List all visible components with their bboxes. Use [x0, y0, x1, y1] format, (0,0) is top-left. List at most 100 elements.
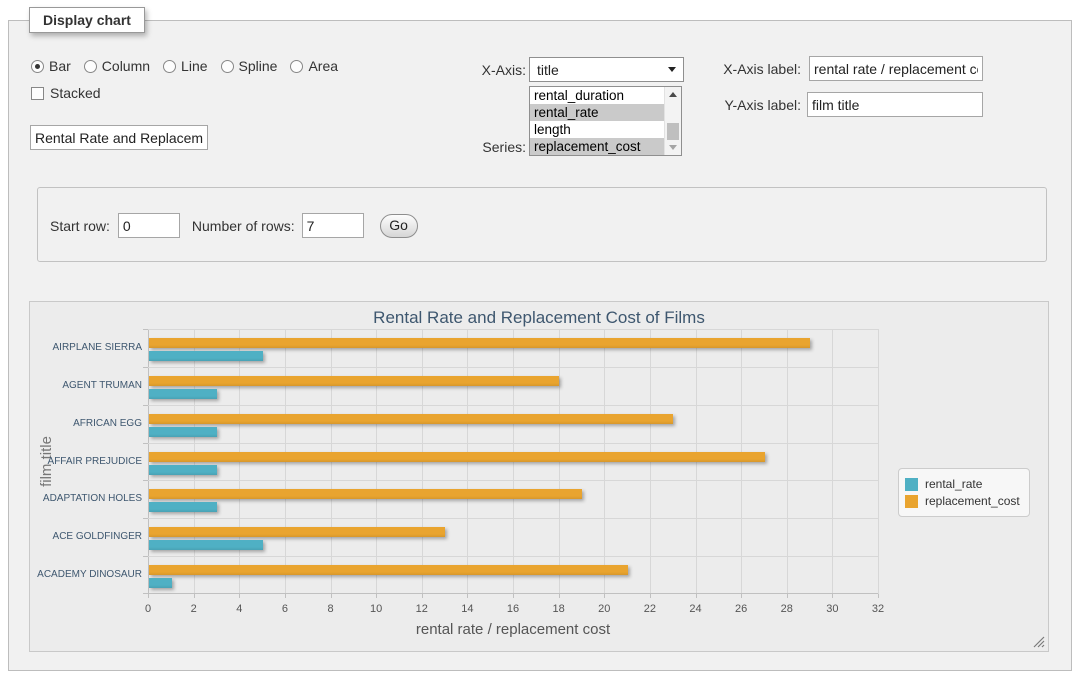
gridline: [148, 367, 878, 368]
category-label: AIRPLANE SIERRA: [30, 342, 142, 353]
x-tick-mark: [331, 594, 332, 598]
resize-handle-icon[interactable]: [1033, 636, 1045, 648]
bar-replacement_cost[interactable]: [149, 452, 765, 462]
x-tick-mark: [194, 594, 195, 598]
go-button[interactable]: Go: [380, 214, 418, 238]
x-tick-mark: [741, 594, 742, 598]
scroll-thumb[interactable]: [667, 123, 679, 141]
bar-rental_rate[interactable]: [149, 502, 217, 512]
x-tick-label: 30: [812, 603, 852, 615]
bar-rental_rate[interactable]: [149, 427, 217, 437]
chart-type-option-spline[interactable]: Spline: [221, 58, 278, 74]
chart-title: Rental Rate and Replacement Cost of Film…: [30, 308, 1048, 328]
legend-label: replacement_cost: [925, 494, 1020, 508]
chart-type-group: Bar Column Line Spline Area: [31, 58, 351, 74]
x-axis-label-field[interactable]: [809, 56, 983, 81]
x-axis-select-label: X-Axis:: [429, 62, 526, 78]
x-tick-label: 26: [721, 603, 761, 615]
bar-rental_rate[interactable]: [149, 540, 263, 550]
legend-label: rental_rate: [925, 477, 982, 491]
x-tick-label: 10: [356, 603, 396, 615]
x-tick-label: 14: [447, 603, 487, 615]
category-label: ACE GOLDFINGER: [30, 531, 142, 542]
chart-container: Rental Rate and Replacement Cost of Film…: [29, 301, 1049, 652]
x-tick-label: 12: [402, 603, 442, 615]
x-tick-label: 16: [493, 603, 533, 615]
stacked-row: Stacked: [31, 85, 101, 101]
bar-replacement_cost[interactable]: [149, 527, 445, 537]
bar-rental_rate[interactable]: [149, 351, 263, 361]
radio-icon[interactable]: [221, 60, 234, 73]
x-tick-label: 28: [767, 603, 807, 615]
category-label: AFFAIR PREJUDICE: [30, 456, 142, 467]
gridline: [148, 480, 878, 481]
x-axis-select-value: title: [537, 62, 559, 78]
gridline: [148, 443, 878, 444]
chart-type-option-bar[interactable]: Bar: [31, 58, 71, 74]
x-tick-label: 8: [311, 603, 351, 615]
gridline: [878, 329, 879, 594]
plot-area: [148, 329, 878, 594]
bar-replacement_cost[interactable]: [149, 414, 673, 424]
display-chart-fieldset: Display chart BarColumnLineSplineArea St…: [8, 20, 1072, 671]
num-rows-input[interactable]: [302, 213, 364, 238]
gridline: [148, 556, 878, 557]
radio-icon[interactable]: [84, 60, 97, 73]
gridline: [148, 593, 878, 594]
x-tick-label: 2: [174, 603, 214, 615]
y-tick-mark: [143, 518, 148, 519]
category-label: AFRICAN EGG: [30, 418, 142, 429]
gridline: [787, 329, 788, 594]
x-tick-mark: [513, 594, 514, 598]
legend-item-replacement_cost[interactable]: replacement_cost: [905, 494, 1020, 508]
chart-title-input[interactable]: [30, 125, 208, 150]
radio-label: Area: [308, 58, 338, 74]
x-tick-mark: [148, 594, 149, 598]
y-tick-mark: [143, 405, 148, 406]
y-axis-label-text: Y-Axis label:: [629, 97, 801, 113]
y-tick-mark: [143, 593, 148, 594]
bar-rental_rate[interactable]: [149, 578, 172, 588]
chart-type-option-line[interactable]: Line: [163, 58, 207, 74]
bar-replacement_cost[interactable]: [149, 338, 810, 348]
x-tick-label: 24: [676, 603, 716, 615]
bar-replacement_cost[interactable]: [149, 489, 582, 499]
rows-controls: Start row: Number of rows: Go: [50, 213, 418, 238]
legend-item-rental_rate[interactable]: rental_rate: [905, 477, 1020, 491]
scroll-down-icon: [669, 145, 677, 150]
y-tick-mark: [143, 329, 148, 330]
y-tick-mark: [143, 480, 148, 481]
radio-label: Spline: [239, 58, 278, 74]
gridline: [832, 329, 833, 594]
bar-replacement_cost[interactable]: [149, 376, 559, 386]
x-tick-mark: [559, 594, 560, 598]
x-tick-label: 6: [265, 603, 305, 615]
chart-type-option-area[interactable]: Area: [290, 58, 338, 74]
scroll-down-button[interactable]: [665, 140, 681, 155]
x-tick-mark: [285, 594, 286, 598]
x-tick-mark: [878, 594, 879, 598]
bar-replacement_cost[interactable]: [149, 565, 628, 575]
legend-swatch: [905, 495, 918, 508]
bar-rental_rate[interactable]: [149, 465, 217, 475]
series-option-length[interactable]: length: [530, 121, 664, 138]
x-tick-label: 0: [128, 603, 168, 615]
radio-icon[interactable]: [31, 60, 44, 73]
start-row-label: Start row:: [50, 218, 110, 234]
gridline: [148, 405, 878, 406]
radio-icon[interactable]: [163, 60, 176, 73]
category-label: ACADEMY DINOSAUR: [30, 569, 142, 580]
start-row-input[interactable]: [118, 213, 180, 238]
radio-icon[interactable]: [290, 60, 303, 73]
bar-rental_rate[interactable]: [149, 389, 217, 399]
x-tick-label: 32: [858, 603, 898, 615]
chart-type-option-column[interactable]: Column: [84, 58, 150, 74]
x-tick-mark: [787, 594, 788, 598]
series-option-replacement_cost[interactable]: replacement_cost: [530, 138, 664, 155]
chart-legend: rental_rate replacement_cost: [898, 468, 1030, 517]
rows-panel: Start row: Number of rows: Go: [37, 187, 1047, 262]
y-axis-label-field[interactable]: [807, 92, 983, 117]
stacked-checkbox[interactable]: [31, 87, 44, 100]
fieldset-legend: Display chart: [29, 7, 145, 33]
x-axis-label-text: X-Axis label:: [629, 61, 801, 77]
